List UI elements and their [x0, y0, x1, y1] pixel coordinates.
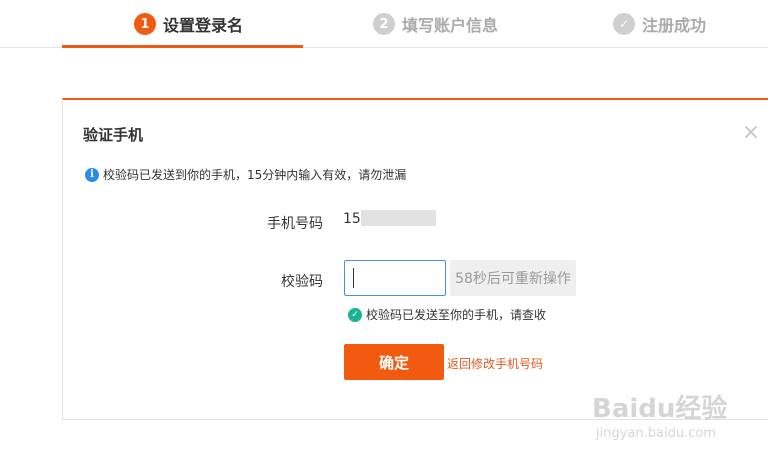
check-icon: ✓ — [613, 13, 635, 35]
sent-note: ✓ 校验码已发送至你的手机，请查收 — [348, 306, 546, 323]
info-icon: i — [85, 167, 99, 182]
step-1-number: 1 — [134, 13, 156, 35]
close-icon[interactable]: × — [740, 122, 762, 144]
watermark-logo: Baidu经验 — [592, 394, 728, 424]
notice: i 校验码已发送到你的手机，15分钟内输入有效，请勿泄漏 — [85, 166, 406, 183]
phone-label: 手机号码 — [267, 216, 323, 232]
text-caret — [353, 268, 354, 288]
step-2-label: 填写账户信息 — [402, 16, 499, 35]
phone-value: 15 — [343, 211, 361, 227]
phone-mask — [361, 210, 436, 226]
verification-code-input[interactable] — [344, 260, 446, 296]
step-2-number: 2 — [373, 13, 395, 35]
step-3-label: 注册成功 — [642, 16, 707, 35]
check-circle-icon: ✓ — [348, 307, 362, 322]
step-1-label: 设置登录名 — [163, 16, 244, 35]
verify-phone-dialog: 验证手机 × i 校验码已发送到你的手机，15分钟内输入有效，请勿泄漏 手机号码… — [62, 98, 768, 420]
watermark: Baidu经验 jingyan.baidu.com — [592, 382, 762, 452]
step-2: 2 填写账户信息 — [373, 10, 498, 38]
back-to-edit-phone-link[interactable]: 返回修改手机号码 — [447, 355, 543, 372]
confirm-button[interactable]: 确定 — [344, 344, 444, 380]
notice-text: 校验码已发送到你的手机，15分钟内输入有效，请勿泄漏 — [103, 168, 407, 182]
dialog-title: 验证手机 — [83, 126, 144, 144]
register-page: 1 设置登录名 2 填写账户信息 ✓ 注册成功 验证手机 × i 校验码已发送到… — [0, 0, 768, 464]
watermark-url: jingyan.baidu.com — [596, 426, 716, 441]
step-bar: 1 设置登录名 2 填写账户信息 ✓ 注册成功 — [0, 0, 768, 48]
sent-note-text: 校验码已发送至你的手机，请查收 — [366, 308, 547, 322]
active-step-underline — [62, 45, 303, 48]
step-1: 1 设置登录名 — [134, 10, 243, 38]
code-label: 校验码 — [281, 274, 323, 290]
step-3: ✓ 注册成功 — [613, 10, 706, 38]
resend-button[interactable]: 58秒后可重新操作 — [450, 260, 576, 296]
